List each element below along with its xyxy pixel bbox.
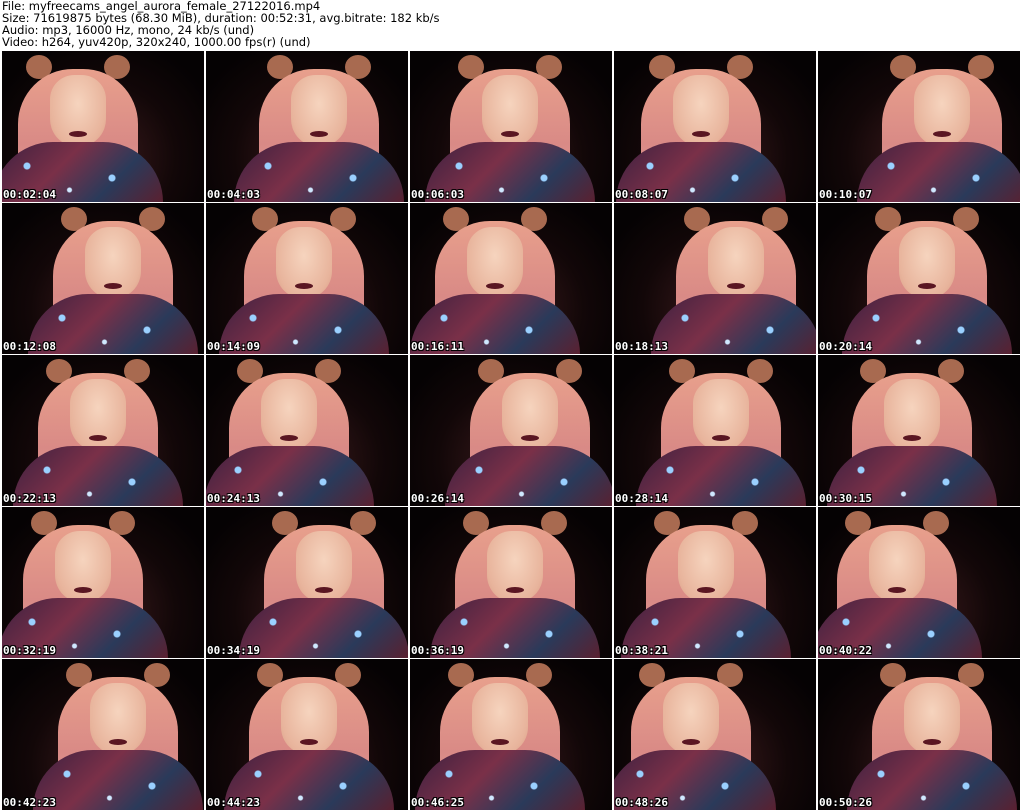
video-thumbnail: 00:50:26 xyxy=(818,659,1020,810)
video-thumbnail: 00:06:03 xyxy=(410,51,612,202)
timestamp: 00:50:26 xyxy=(819,796,872,809)
timestamp: 00:36:19 xyxy=(411,644,464,657)
video-thumbnail: 00:10:07 xyxy=(818,51,1020,202)
video-thumbnail: 00:30:15 xyxy=(818,355,1020,506)
video-thumbnail: 00:44:23 xyxy=(206,659,408,810)
timestamp: 00:20:14 xyxy=(819,340,872,353)
video-thumbnail: 00:26:14 xyxy=(410,355,612,506)
timestamp: 00:08:07 xyxy=(615,188,668,201)
file-info-header: File: myfreecams_angel_aurora_female_271… xyxy=(2,0,440,48)
timestamp: 00:18:13 xyxy=(615,340,668,353)
timestamp: 00:42:23 xyxy=(3,796,56,809)
timestamp: 00:24:13 xyxy=(207,492,260,505)
video-thumbnail: 00:04:03 xyxy=(206,51,408,202)
timestamp: 00:38:21 xyxy=(615,644,668,657)
video-thumbnail: 00:08:07 xyxy=(614,51,816,202)
video-thumbnail: 00:16:11 xyxy=(410,203,612,354)
video-thumbnail: 00:18:13 xyxy=(614,203,816,354)
timestamp: 00:40:22 xyxy=(819,644,872,657)
timestamp: 00:10:07 xyxy=(819,188,872,201)
thumbnail-grid: 00:02:04 00:04:03 00:06:03 00:08:07 00:10:07… xyxy=(2,51,1022,811)
video-thumbnail: 00:20:14 xyxy=(818,203,1020,354)
timestamp: 00:48:26 xyxy=(615,796,668,809)
video-thumbnail: 00:46:25 xyxy=(410,659,612,810)
video-thumbnail: 00:48:26 xyxy=(614,659,816,810)
timestamp: 00:12:08 xyxy=(3,340,56,353)
timestamp: 00:46:25 xyxy=(411,796,464,809)
timestamp: 00:06:03 xyxy=(411,188,464,201)
video-thumbnail: 00:42:23 xyxy=(2,659,204,810)
timestamp: 00:26:14 xyxy=(411,492,464,505)
video-thumbnail: 00:12:08 xyxy=(2,203,204,354)
timestamp: 00:14:09 xyxy=(207,340,260,353)
timestamp: 00:28:14 xyxy=(615,492,668,505)
timestamp: 00:16:11 xyxy=(411,340,464,353)
video-thumbnail: 00:34:19 xyxy=(206,507,408,658)
timestamp: 00:04:03 xyxy=(207,188,260,201)
video-thumbnail: 00:02:04 xyxy=(2,51,204,202)
video-thumbnail: 00:36:19 xyxy=(410,507,612,658)
timestamp: 00:32:19 xyxy=(3,644,56,657)
video-thumbnail: 00:22:13 xyxy=(2,355,204,506)
timestamp: 00:30:15 xyxy=(819,492,872,505)
video-thumbnail: 00:28:14 xyxy=(614,355,816,506)
video-thumbnail: 00:32:19 xyxy=(2,507,204,658)
video-thumbnail: 00:40:22 xyxy=(818,507,1020,658)
timestamp: 00:02:04 xyxy=(3,188,56,201)
video-thumbnail: 00:24:13 xyxy=(206,355,408,506)
timestamp: 00:44:23 xyxy=(207,796,260,809)
video-info: Video: h264, yuv420p, 320x240, 1000.00 f… xyxy=(2,35,311,49)
video-thumbnail: 00:38:21 xyxy=(614,507,816,658)
timestamp: 00:22:13 xyxy=(3,492,56,505)
video-thumbnail: 00:14:09 xyxy=(206,203,408,354)
timestamp: 00:34:19 xyxy=(207,644,260,657)
